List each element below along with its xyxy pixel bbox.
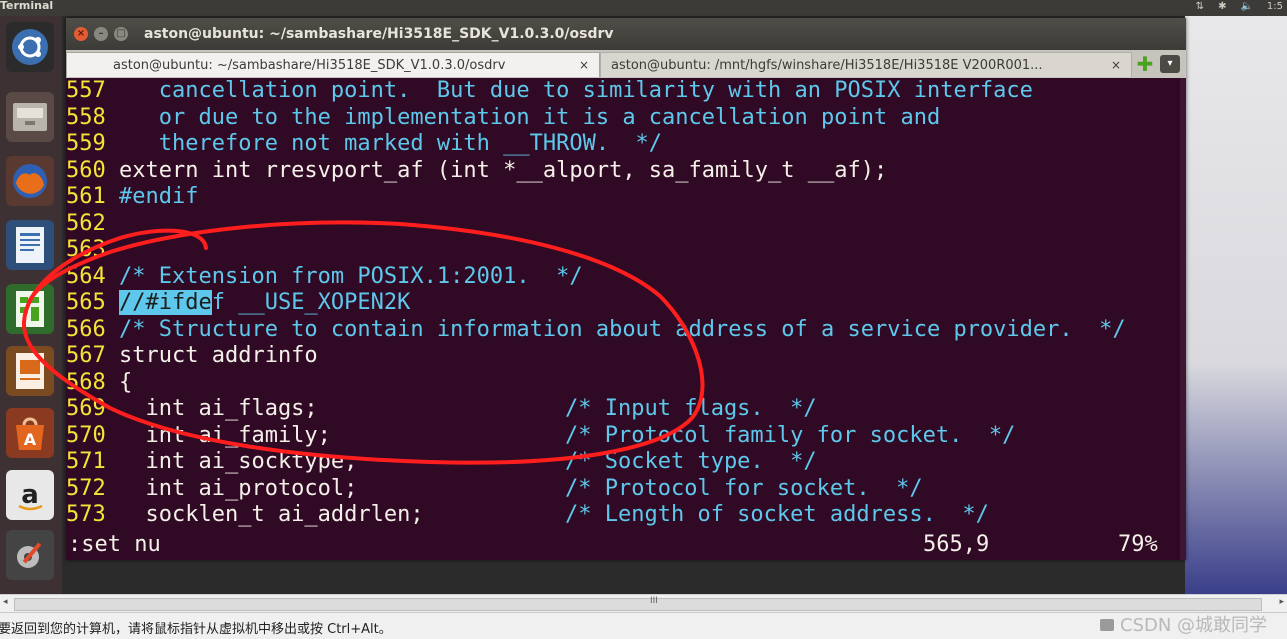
network-icon[interactable]: ⇅ (1196, 1, 1204, 12)
scroll-grip: III (650, 596, 658, 606)
window-title: aston@ubuntu: ~/sambashare/Hi3518E_SDK_V… (144, 26, 614, 42)
tab-bar: aston@ubuntu: ~/sambashare/Hi3518E_SDK_V… (66, 50, 1186, 78)
code-line: 570 int ai_family;/* Protocol family for… (66, 422, 1016, 448)
watermark: CSDN @城敢同学 (1120, 615, 1268, 636)
app-title: Terminal (0, 0, 54, 12)
terminal-window[interactable]: × – □ aston@ubuntu: ~/sambashare/Hi3518E… (66, 18, 1186, 560)
host-status-bar: 要返回到您的计算机，请将鼠标指针从虚拟机中移出或按 Ctrl+Alt。 CSDN… (0, 612, 1287, 639)
system-tray[interactable]: ⇅ ✱ 🔈 1:5 (1196, 1, 1283, 12)
code-line: 564 /* Extension from POSIX.1:2001. */ (66, 263, 583, 289)
scroll-left-icon[interactable]: ◂ (3, 597, 8, 607)
svg-text:a: a (21, 480, 39, 510)
sound-icon[interactable]: 🔈 (1240, 1, 1252, 12)
tab-osdrv[interactable]: aston@ubuntu: ~/sambashare/Hi3518E_SDK_V… (66, 52, 600, 77)
bluetooth-icon[interactable]: ✱ (1218, 1, 1226, 12)
search-highlight: //#ifde (119, 290, 212, 315)
code-line: 571 int ai_socktype;/* Socket type. */ (66, 449, 817, 474)
terminal-scrollbar[interactable] (1180, 78, 1186, 560)
code-line: 557 cancellation point. But due to simil… (66, 78, 1033, 103)
scroll-right-icon[interactable]: ▸ (1279, 597, 1284, 607)
calc-icon[interactable] (6, 284, 54, 334)
system-settings-icon[interactable] (6, 530, 54, 580)
code-line: 569 int ai_flags;/* Input flags. */ (66, 396, 817, 421)
tab-close-icon[interactable]: × (1111, 53, 1121, 77)
code-line: 573 socklen_t ai_addrlen;/* Length of so… (66, 502, 989, 527)
amazon-icon[interactable]: a (6, 470, 54, 520)
code-line: 567 struct addrinfo (66, 343, 318, 368)
files-icon[interactable] (6, 92, 54, 142)
code-line: 561 #endif (66, 184, 199, 209)
code-line: 560 extern int rresvport_af (int *__alpo… (66, 157, 888, 183)
device-icon[interactable] (1100, 619, 1114, 631)
maximize-icon[interactable]: □ (114, 27, 128, 41)
file-percent: 79% (1118, 532, 1158, 557)
host-horizontal-scrollbar[interactable]: ◂ III ▸ (0, 594, 1287, 613)
code-line: 558 or due to the implementation it is a… (66, 104, 941, 130)
code-line: 562 (66, 210, 106, 236)
top-panel: Terminal ⇅ ✱ 🔈 1:5 (0, 0, 1287, 16)
code-line: 566 /* Structure to contain information … (66, 316, 1126, 342)
vim-status-line: :set nu 565,9 79% (66, 532, 1180, 558)
add-tab-icon[interactable]: ✚ (1136, 54, 1154, 74)
vm-release-hint: 要返回到您的计算机，请将鼠标指针从虚拟机中移出或按 Ctrl+Alt。 (0, 622, 392, 637)
writer-icon[interactable] (6, 220, 54, 270)
vim-command: :set nu (68, 532, 161, 557)
code-line: 563 (66, 237, 106, 262)
software-center-icon[interactable]: A (6, 408, 54, 458)
tab-label: aston@ubuntu: /mnt/hgfs/winshare/Hi3518E… (611, 58, 1043, 73)
desktop-background (1185, 16, 1287, 594)
scroll-thumb[interactable] (14, 598, 1262, 611)
tab-menu-icon[interactable]: ▾ (1160, 55, 1180, 73)
cursor-position: 565,9 (923, 532, 990, 557)
close-icon[interactable]: × (74, 27, 88, 41)
launcher: A a (0, 16, 62, 594)
tab-label: aston@ubuntu: ~/sambashare/Hi3518E_SDK_V… (113, 58, 506, 73)
minimize-icon[interactable]: – (94, 27, 108, 41)
code-line-cursor: 565 //#ifdef __USE_XOPEN2K (66, 290, 411, 315)
ubuntu-dash-icon[interactable] (6, 22, 54, 72)
code-line: 568 { (66, 369, 133, 395)
impress-icon[interactable] (6, 346, 54, 396)
clock[interactable]: 1:5 (1267, 1, 1283, 12)
code-line: 572 int ai_protocol;/* Protocol for sock… (66, 475, 923, 501)
svg-text:A: A (24, 430, 37, 449)
firefox-icon[interactable] (6, 156, 54, 206)
tab-winshare[interactable]: aston@ubuntu: /mnt/hgfs/winshare/Hi3518E… (600, 52, 1132, 77)
tab-close-icon[interactable]: × (579, 53, 589, 77)
terminal-content[interactable]: 557 cancellation point. But due to simil… (66, 78, 1180, 560)
window-titlebar[interactable]: × – □ aston@ubuntu: ~/sambashare/Hi3518E… (66, 18, 1186, 50)
code-line: 559 therefore not marked with __THROW. *… (66, 131, 663, 156)
